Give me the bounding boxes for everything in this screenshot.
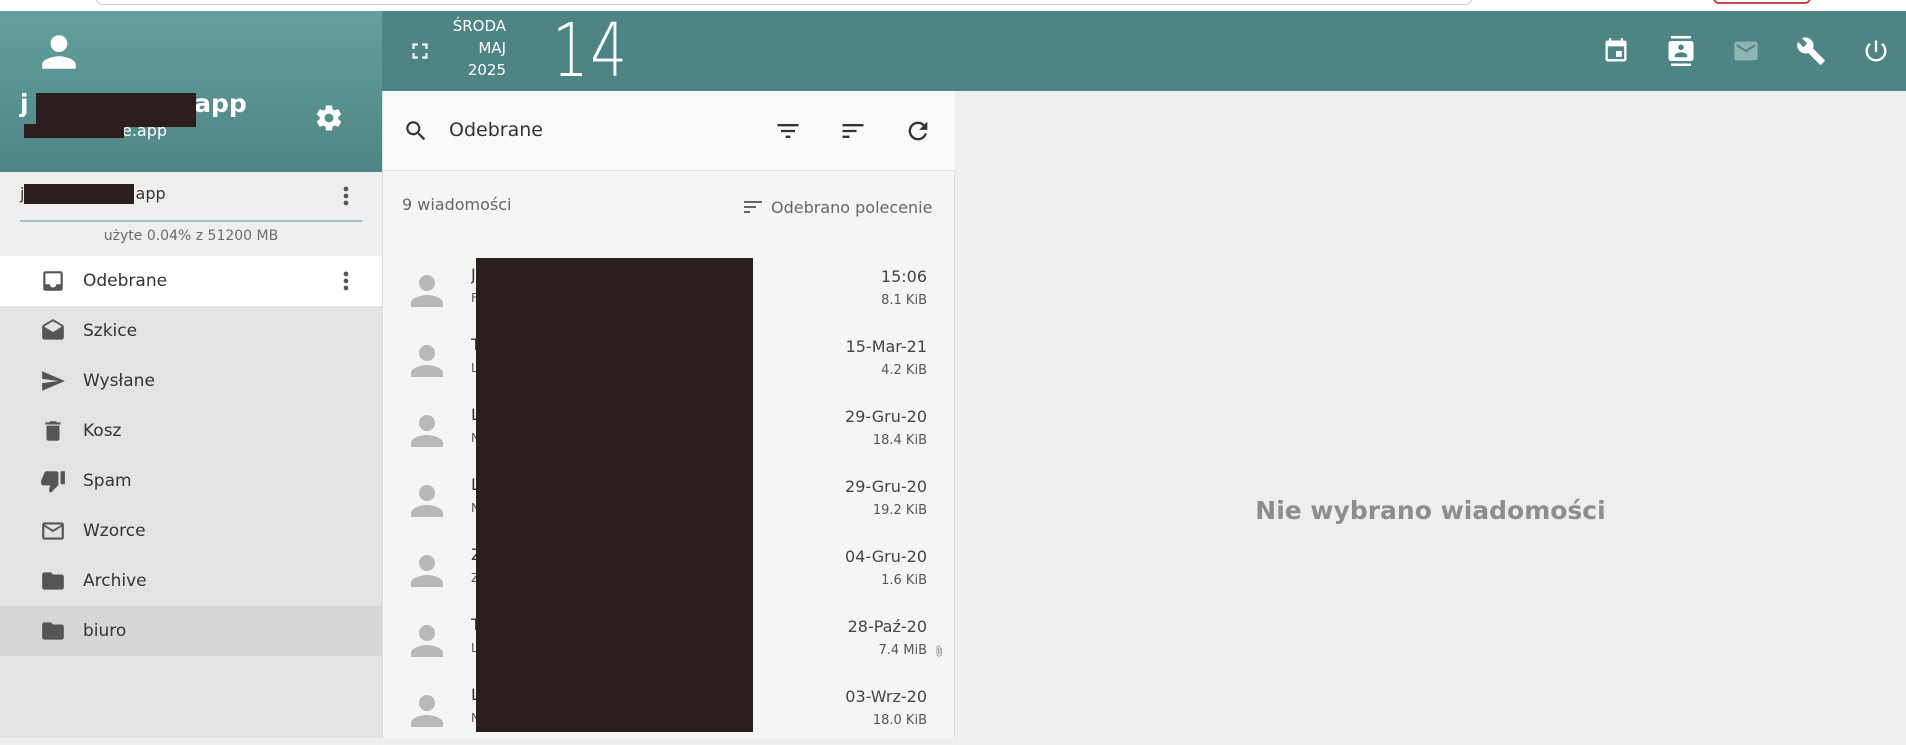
sort-icon [744,201,762,213]
sidebar: j .app e.app j .app użyte 0.04% z 51200 MB… [0,11,382,738]
message-date: 15-Mar-21 [845,337,927,356]
folder-label: Spam [83,471,132,491]
day-number: 14 [552,8,629,94]
sender-avatar-icon [407,341,447,385]
folder-label: Wzorce [83,521,146,541]
account-name-prefix: j [20,89,29,118]
calendar-icon[interactable] [1594,11,1638,91]
folder-wyslane[interactable]: Wysłane [0,356,382,406]
sender-avatar-icon [407,411,447,455]
empty-state-text: Nie wybrano wiadomości [1255,496,1606,525]
message-size: 1.6 KiB [881,573,927,588]
redaction-block [476,258,753,732]
folder-icon [40,568,66,594]
refresh-icon[interactable] [904,117,932,149]
folder-list: Odebrane Szkice Wysłane Kosz Spam Wzorce… [0,256,382,656]
thumb-down-icon [40,468,66,494]
folder-spam[interactable]: Spam [0,456,382,506]
reading-pane: Nie wybrano wiadomości [955,91,1906,738]
folder-kosz[interactable]: Kosz [0,406,382,456]
quota-bar [20,220,362,222]
account-subtitle-suffix: e.app [122,121,168,140]
folder-szkice[interactable]: Szkice [0,306,382,356]
message-date: 03-Wrz-20 [845,687,927,706]
message-size: 19.2 KiB [872,503,927,518]
filter-icon[interactable] [774,117,802,149]
folder-odebrane[interactable]: Odebrane [0,256,382,306]
mail-icon[interactable] [1724,11,1768,91]
date-block: ŚRODA MAJ 2025 [448,15,506,81]
wrench-icon[interactable] [1789,11,1833,91]
fullscreen-icon[interactable] [400,11,440,91]
drafts-icon [40,318,66,344]
envelope-icon [40,518,66,544]
message-size: 8.1 KiB [881,293,927,308]
user-icon [38,31,80,77]
sender-avatar-icon [407,691,447,735]
folder-biuro[interactable]: biuro [0,606,382,656]
message-count: 9 wiadomości [402,195,512,214]
account-menu-icon[interactable] [332,182,360,214]
search-icon[interactable] [403,118,429,148]
year: 2025 [467,61,506,79]
sort-control[interactable]: Odebrano polecenie [741,195,932,219]
folder-label: Szkice [83,321,138,341]
sender-avatar-icon [407,481,447,525]
browser-profile-button[interactable] [1713,0,1811,4]
folder-label: biuro [83,621,127,641]
sender-avatar-icon [407,271,447,315]
top-header: ŚRODA MAJ 2025 14 [382,8,1906,94]
power-icon[interactable] [1854,11,1898,91]
message-date: 15:06 [880,267,927,286]
account-row[interactable]: j .app użyte 0.04% z 51200 MB [0,172,382,268]
sort-icon[interactable] [839,117,867,149]
search-bar: Odebrane [383,91,955,171]
account-email-suffix: .app [130,184,166,203]
folder-wzorce[interactable]: Wzorce [0,506,382,556]
message-date: 29-Gru-20 [845,407,927,426]
message-size: 18.4 KiB [872,433,927,448]
folder-label: Archive [83,571,147,591]
attachment-icon [933,643,945,662]
message-date: 29-Gru-20 [845,477,927,496]
contacts-icon[interactable] [1659,11,1703,91]
folder-label: Wysłane [83,371,155,391]
account-header: j .app e.app [0,11,382,172]
folder-label: Odebrane [83,271,168,291]
inbox-icon [40,268,66,294]
list-title: Odebrane [449,119,543,141]
quota-text: użyte 0.04% z 51200 MB [103,228,279,244]
trash-icon [40,418,66,444]
redaction-block [24,124,124,138]
sort-label: Odebrano polecenie [771,197,933,217]
browser-chrome [0,0,1906,11]
message-size: 7.4 MiB [878,643,927,658]
sender-avatar-icon [407,551,447,595]
message-date: 04-Gru-20 [845,547,927,566]
weekday: ŚRODA [452,17,506,35]
folder-label: Kosz [83,421,122,441]
gear-icon[interactable] [314,103,344,137]
message-size: 4.2 KiB [881,363,927,378]
folder-menu-icon[interactable] [332,267,360,299]
message-date: 28-Paź-20 [847,617,927,636]
month: MAJ [478,39,506,57]
sender-avatar-icon [407,621,447,665]
redaction-block [24,184,134,204]
address-bar[interactable] [96,0,1472,5]
message-size: 18.0 KiB [872,713,927,728]
folder-archive[interactable]: Archive [0,556,382,606]
send-icon [40,368,66,394]
folder-icon [40,618,66,644]
